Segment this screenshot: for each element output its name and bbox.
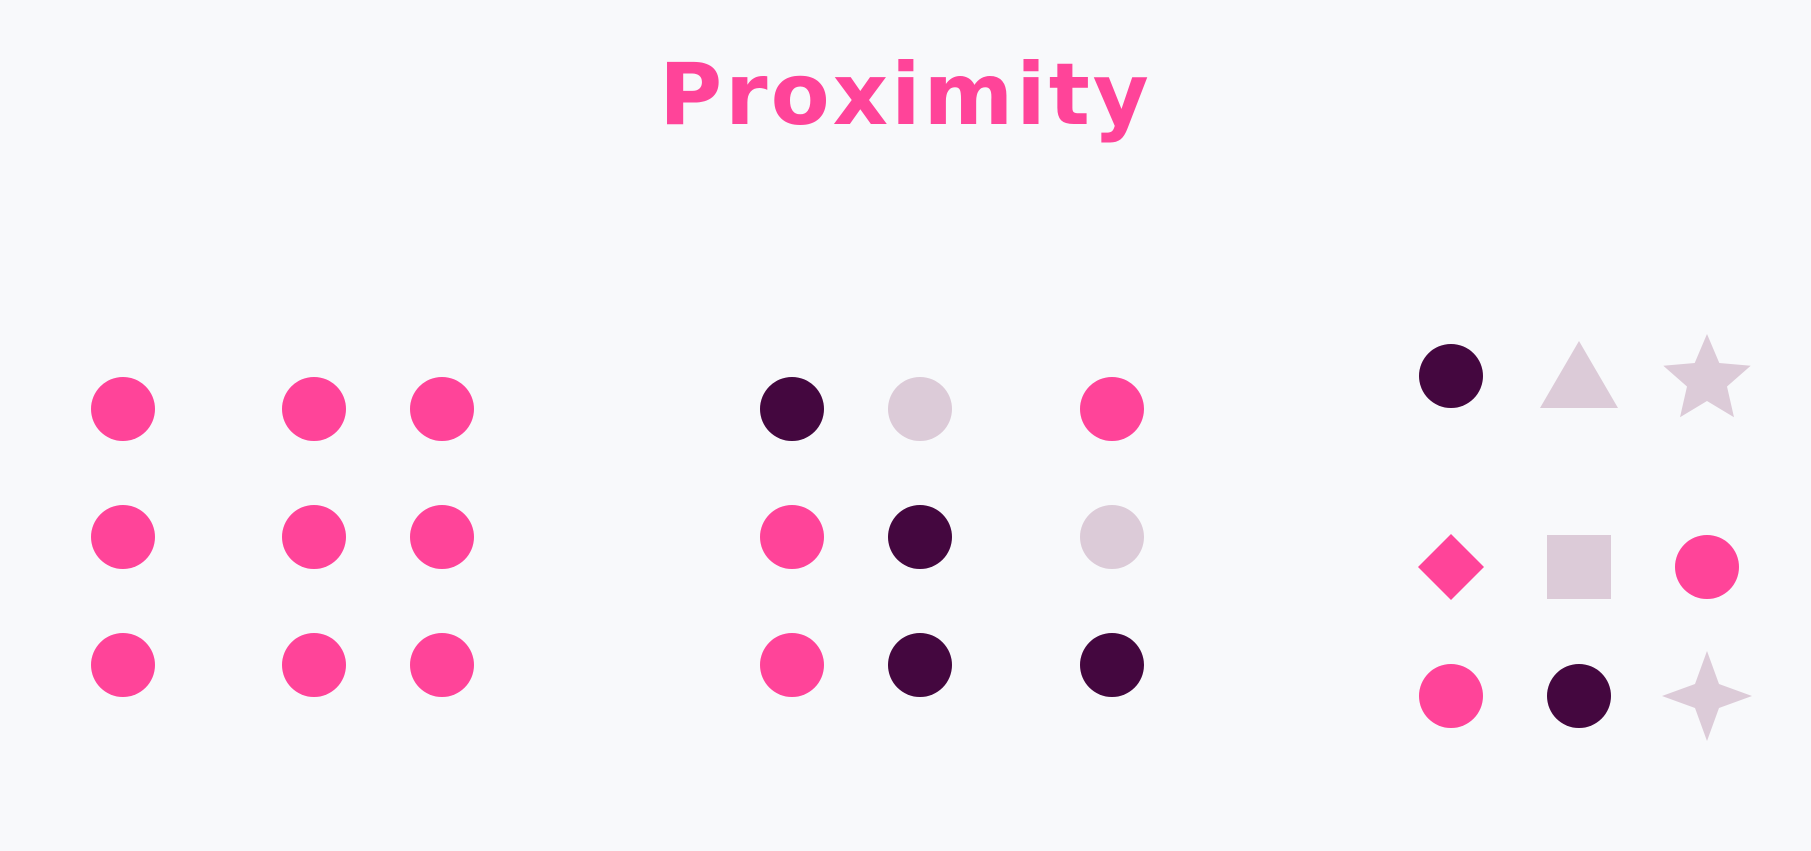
pink-circle-shape <box>760 505 824 569</box>
dark-circle-shape <box>1547 664 1611 728</box>
pink-circle-shape <box>282 377 346 441</box>
group-mixed-shape-grid <box>1418 334 1752 741</box>
dark-circle-shape <box>1419 344 1483 408</box>
pink-circle-shape <box>91 505 155 569</box>
light-star4-shape <box>1662 651 1752 741</box>
pink-circle-shape <box>282 633 346 697</box>
dark-circle-shape <box>1080 633 1144 697</box>
pink-circle-shape <box>1419 664 1483 728</box>
pink-circle-shape <box>760 633 824 697</box>
pink-circle-shape <box>410 633 474 697</box>
group-paired-columns <box>282 377 474 697</box>
pink-diamond-shape <box>1418 534 1484 600</box>
pink-circle-shape <box>410 377 474 441</box>
dark-circle-shape <box>760 377 824 441</box>
pink-circle-shape <box>1675 535 1739 599</box>
group-equal-spacing-left-column <box>91 377 155 697</box>
light-square-shape <box>1547 535 1611 599</box>
shapes-canvas <box>91 334 1752 741</box>
group-mixed-color-grid <box>760 377 1144 697</box>
dark-circle-shape <box>888 633 952 697</box>
light-circle-shape <box>1080 505 1144 569</box>
pink-circle-shape <box>1080 377 1144 441</box>
pink-circle-shape <box>91 633 155 697</box>
pink-circle-shape <box>91 377 155 441</box>
dark-circle-shape <box>888 505 952 569</box>
pink-circle-shape <box>410 505 474 569</box>
light-triangle-shape <box>1540 341 1618 408</box>
pink-circle-shape <box>282 505 346 569</box>
light-star5-shape <box>1663 334 1751 418</box>
light-circle-shape <box>888 377 952 441</box>
